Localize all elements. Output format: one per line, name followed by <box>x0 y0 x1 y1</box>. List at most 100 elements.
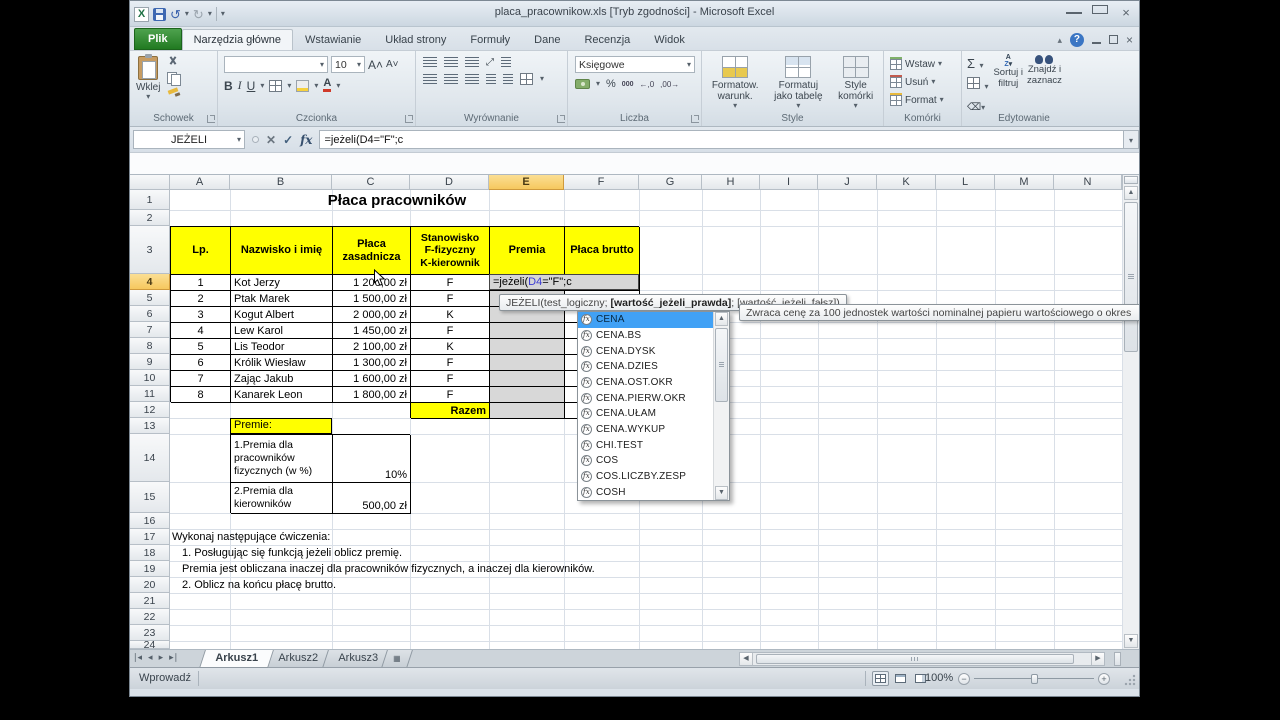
zoom-slider[interactable]: − + <box>958 671 1110 686</box>
table-header-cell[interactable]: Lp. <box>171 227 231 275</box>
accounting-format-icon[interactable] <box>575 79 590 89</box>
close-button[interactable]: × <box>1118 5 1134 20</box>
tab-file[interactable]: Plik <box>134 28 182 50</box>
cut-icon[interactable] <box>166 56 181 68</box>
cell-position[interactable]: F <box>411 323 490 339</box>
zoom-out-icon[interactable]: − <box>958 673 970 685</box>
function-item-cena.dzies[interactable]: fxCENA.DZIES <box>578 359 713 375</box>
sort-filter-button[interactable]: AZ▾ Sortuj i filtruj <box>991 53 1025 113</box>
total-premia-cell[interactable] <box>490 403 565 419</box>
align-middle-icon[interactable] <box>444 57 458 68</box>
function-item-cena.ost.okr[interactable]: fxCENA.OST.OKR <box>578 375 713 391</box>
cell-premia[interactable] <box>490 355 565 371</box>
cell-position[interactable]: K <box>411 339 490 355</box>
cell-position[interactable]: F <box>411 275 490 291</box>
row-header-13[interactable]: 13 <box>130 418 170 434</box>
cell-lp[interactable]: 2 <box>171 291 231 307</box>
premie-item1-cell[interactable]: 1.Premia dla pracowników fizycznych (w %… <box>231 435 333 483</box>
column-header-B[interactable]: B <box>230 175 332 190</box>
increase-indent-icon[interactable] <box>503 74 513 85</box>
formula-input[interactable]: =jeżeli(D4="F";c <box>319 130 1123 149</box>
italic-icon[interactable]: I <box>238 78 242 93</box>
cell-lp[interactable]: 1 <box>171 275 231 291</box>
cell-lp[interactable]: 4 <box>171 323 231 339</box>
column-header-H[interactable]: H <box>702 175 760 190</box>
tab-dane[interactable]: Dane <box>522 29 572 50</box>
select-all-corner[interactable] <box>130 175 170 190</box>
align-left-icon[interactable] <box>423 74 437 85</box>
cell-premia[interactable] <box>490 323 565 339</box>
zoom-in-icon[interactable]: + <box>1098 673 1110 685</box>
cell-lp[interactable]: 5 <box>171 339 231 355</box>
row-header-14[interactable]: 14 <box>130 434 170 482</box>
book-close-button[interactable]: × <box>1126 33 1133 47</box>
normal-view-button[interactable] <box>872 671 889 686</box>
dropdown-scroll-thumb[interactable] <box>715 328 728 402</box>
function-item-cena.ułam[interactable]: fxCENA.UŁAM <box>578 406 713 422</box>
wrap-text-icon[interactable] <box>501 57 511 68</box>
cancel-icon[interactable]: ✕ <box>266 133 276 147</box>
collapse-ribbon-icon[interactable]: ▴ <box>1057 35 1062 46</box>
cell-salary[interactable]: 1 500,00 zł <box>333 291 411 307</box>
scroll-down-icon[interactable]: ▼ <box>1124 634 1138 648</box>
dropdown-scroll-up-icon[interactable]: ▲ <box>715 312 728 326</box>
table-header-cell[interactable]: Nazwisko i imię <box>231 227 333 275</box>
table-header-cell[interactable]: Premia <box>490 227 565 275</box>
cell-salary[interactable]: 2 000,00 zł <box>333 307 411 323</box>
function-item-cena.dysk[interactable]: fxCENA.DYSK <box>578 343 713 359</box>
cell-name[interactable]: Kanarek Leon <box>231 387 333 403</box>
clipboard-dialog-launcher-icon[interactable] <box>207 115 215 123</box>
font-name-combobox[interactable]: ▾ <box>224 56 328 73</box>
row-header-24[interactable]: 24 <box>130 641 170 649</box>
row-header-4[interactable]: 4 <box>130 274 170 290</box>
fill-icon[interactable] <box>967 77 980 89</box>
tab-split-handle[interactable] <box>1114 652 1121 666</box>
borders-icon[interactable] <box>269 80 282 92</box>
column-header-C[interactable]: C <box>332 175 410 190</box>
row-header-10[interactable]: 10 <box>130 370 170 386</box>
column-header-K[interactable]: K <box>877 175 936 190</box>
cell-position[interactable]: K <box>411 307 490 323</box>
active-cell-edit[interactable]: =jeżeli(D4="F";c <box>489 274 639 290</box>
row-header-19[interactable]: 19 <box>130 561 170 577</box>
cell-salary[interactable]: 2 100,00 zł <box>333 339 411 355</box>
format-as-table-button[interactable]: Formatuj jako tabelę▾ <box>770 53 826 113</box>
comma-style-icon[interactable]: 000 <box>622 81 634 88</box>
tab-wstawianie[interactable]: Wstawianie <box>293 29 373 50</box>
function-item-cosh[interactable]: fxCOSH <box>578 484 713 500</box>
first-sheet-icon[interactable]: ∣◂ <box>133 652 142 663</box>
shrink-font-icon[interactable]: A˅ <box>386 59 399 70</box>
column-header-D[interactable]: D <box>410 175 489 190</box>
cell-lp[interactable]: 3 <box>171 307 231 323</box>
row-header-6[interactable]: 6 <box>130 306 170 322</box>
cell-name[interactable]: Lis Teodor <box>231 339 333 355</box>
vertical-scrollbar[interactable]: ▲ ▼ <box>1122 175 1139 649</box>
function-item-cos[interactable]: fxCOS <box>578 453 713 469</box>
row-header-8[interactable]: 8 <box>130 338 170 354</box>
cell-salary[interactable]: 1 200,00 zł <box>333 275 411 291</box>
scroll-right-icon[interactable]: ▶ <box>1091 653 1104 665</box>
function-item-chi.test[interactable]: fxCHI.TEST <box>578 437 713 453</box>
column-header-J[interactable]: J <box>818 175 877 190</box>
row-header-1[interactable]: 1 <box>130 190 170 210</box>
function-item-cena[interactable]: fxCENA <box>578 312 713 328</box>
previous-sheet-icon[interactable]: ◂ <box>148 652 153 663</box>
cell-name[interactable]: Ptak Marek <box>231 291 333 307</box>
tab-widok[interactable]: Widok <box>642 29 697 50</box>
expand-formula-bar-icon[interactable]: ▾ <box>1123 130 1139 149</box>
column-header-E[interactable]: E <box>489 175 564 190</box>
book-minimize-button[interactable] <box>1092 31 1101 49</box>
column-header-I[interactable]: I <box>760 175 818 190</box>
cell-premia[interactable] <box>490 339 565 355</box>
row-header-7[interactable]: 7 <box>130 322 170 338</box>
row-header-21[interactable]: 21 <box>130 593 170 609</box>
name-box[interactable]: JEŻELI ▾ <box>133 130 245 149</box>
insert-cells-button[interactable]: Wstaw▾ <box>890 55 955 73</box>
table-header-cell[interactable]: Płaca zasadnicza <box>333 227 411 275</box>
column-header-L[interactable]: L <box>936 175 995 190</box>
zoom-slider-thumb[interactable] <box>1031 674 1038 684</box>
restore-button[interactable] <box>1092 5 1108 20</box>
cell-name[interactable]: Zając Jakub <box>231 371 333 387</box>
dropdown-scroll-down-icon[interactable]: ▼ <box>715 486 728 500</box>
cell-name[interactable]: Królik Wiesław <box>231 355 333 371</box>
